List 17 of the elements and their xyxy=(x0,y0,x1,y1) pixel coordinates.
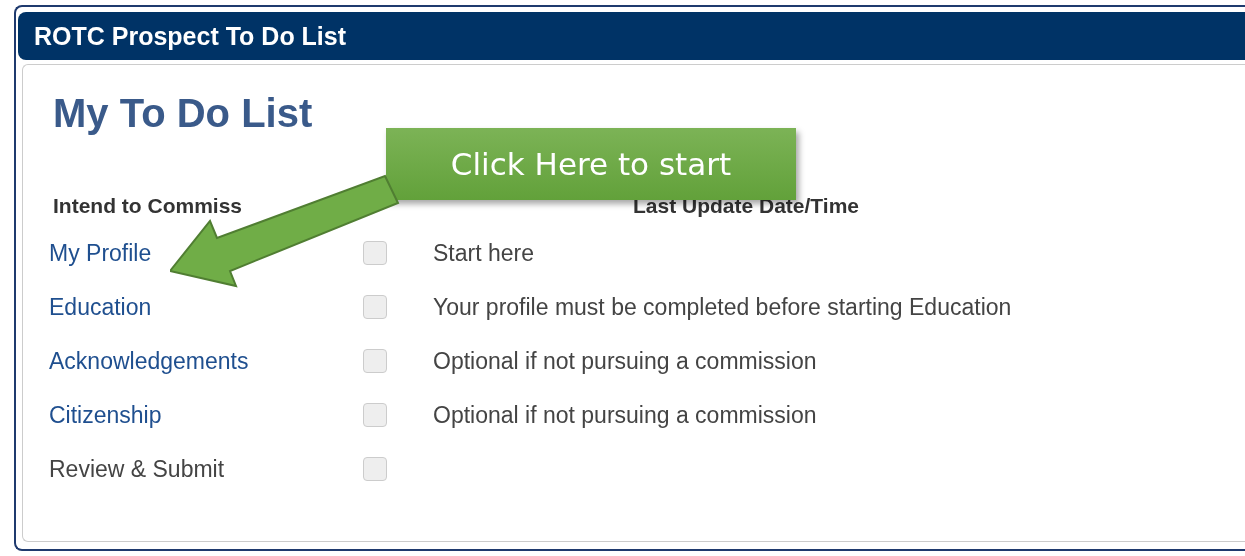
checkbox[interactable] xyxy=(363,403,387,427)
task-note: Start here xyxy=(433,239,534,267)
column-header: Intend to Commiss xyxy=(53,194,243,218)
checkbox[interactable] xyxy=(363,349,387,373)
window-title: ROTC Prospect To Do List xyxy=(34,21,347,51)
task-link[interactable]: Education xyxy=(49,293,152,320)
task-note: Optional if not pursuing a commission xyxy=(433,401,817,429)
task-label: Review & Submit xyxy=(49,455,225,482)
page-heading: My To Do List xyxy=(53,91,314,136)
task-note: Your profile must be completed before starting Education xyxy=(433,293,1012,321)
task-link[interactable]: My Profile xyxy=(49,239,152,266)
checkbox[interactable] xyxy=(363,241,387,265)
task-note: Optional if not pursuing a commission xyxy=(433,347,817,375)
task-link[interactable]: Acknowledgements xyxy=(49,347,249,374)
callout-box: Click Here to start xyxy=(386,128,796,200)
task-link[interactable]: Citizenship xyxy=(49,401,162,428)
checkbox[interactable] xyxy=(363,295,387,319)
